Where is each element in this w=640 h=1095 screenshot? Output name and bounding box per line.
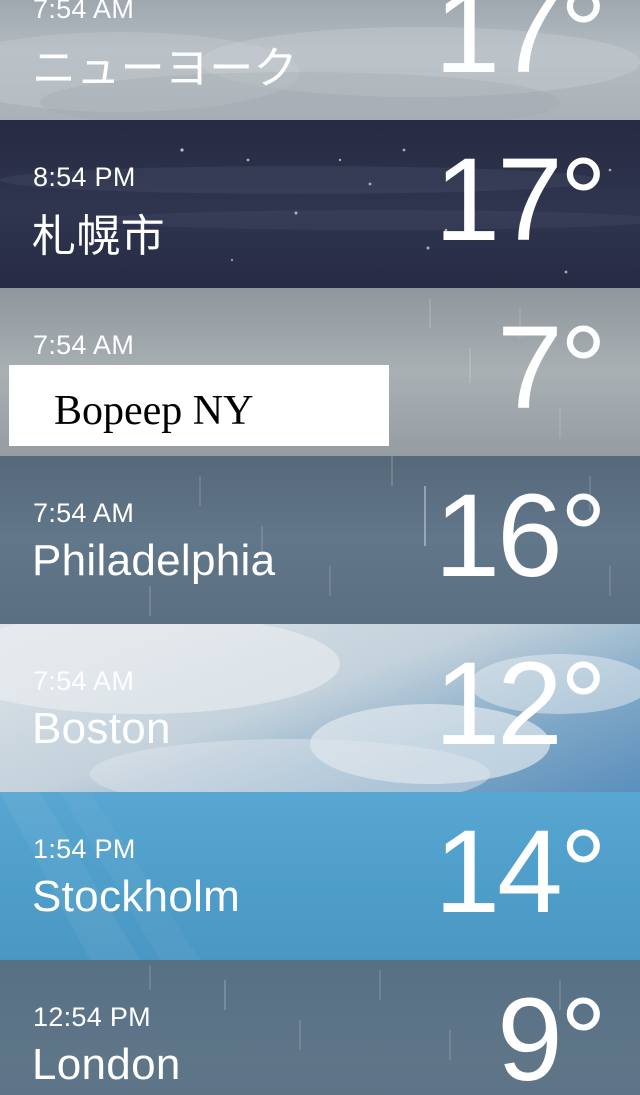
local-time: 7:54 AM [33, 666, 135, 696]
local-time: 1:54 PM [33, 834, 136, 864]
city-row-newyork[interactable]: 7:54 AM ニューヨーク 17° [0, 0, 640, 120]
temperature: 9° [497, 974, 607, 1095]
local-time: 8:54 PM [33, 162, 136, 192]
city-name: London [32, 1040, 181, 1089]
temperature: 7° [497, 302, 607, 434]
temperature: 17° [434, 134, 607, 266]
city-name: ニューヨーク [32, 44, 298, 93]
city-name: 札幌市 [32, 212, 165, 261]
local-time: 7:54 AM [33, 498, 135, 528]
overlay-label-text: Bopeep NY [54, 388, 254, 434]
city-row-london[interactable]: 12:54 PM London 9° [0, 960, 640, 1095]
city-row-philadelphia[interactable]: 7:54 AM Philadelphia 16° [0, 456, 640, 624]
city-name: Boston [32, 704, 171, 753]
city-name: Philadelphia [32, 536, 276, 585]
weather-city-list[interactable]: 7:54 AM ニューヨーク 17° 8:54 PM 札幌市 17° 7:54 … [0, 0, 640, 1095]
city-name: Stockholm [32, 872, 241, 921]
city-label-overlay: Bopeep NY [9, 365, 389, 446]
city-row-sapporo[interactable]: 8:54 PM 札幌市 17° [0, 120, 640, 288]
local-time: 7:54 AM [33, 0, 135, 24]
temperature: 16° [434, 470, 607, 602]
city-row-stockholm[interactable]: 1:54 PM Stockholm 14° [0, 792, 640, 960]
temperature: 17° [434, 0, 607, 98]
local-time: 12:54 PM [33, 1002, 151, 1032]
city-row-boston[interactable]: 7:54 AM Boston 12° [0, 624, 640, 792]
temperature: 14° [434, 806, 607, 938]
temperature: 12° [434, 638, 607, 770]
local-time: 7:54 AM [33, 330, 135, 360]
